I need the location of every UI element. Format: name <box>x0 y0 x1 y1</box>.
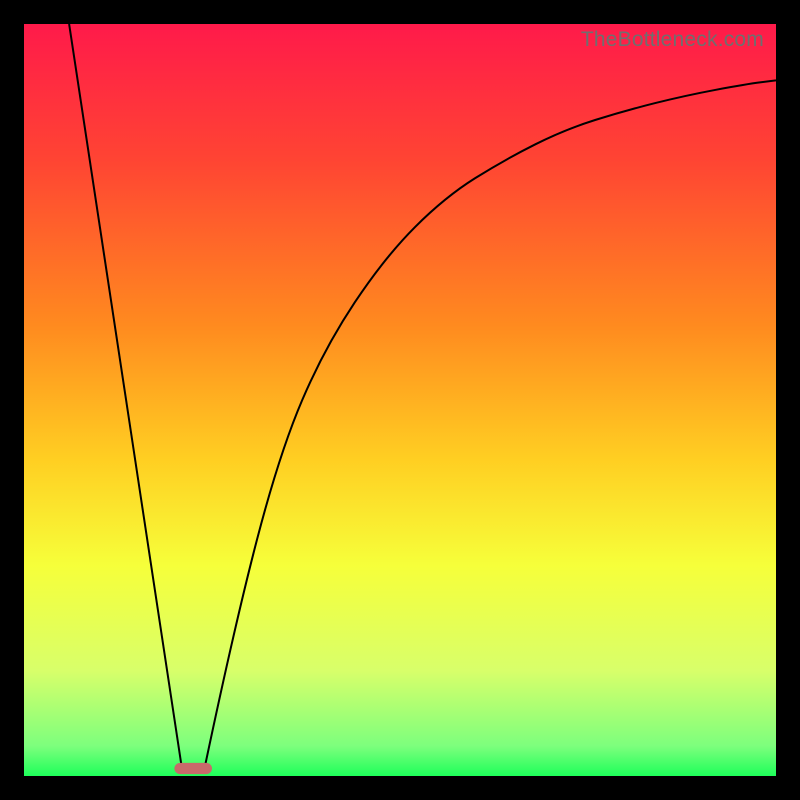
minimum-marker <box>174 763 212 774</box>
gradient-background <box>24 24 776 776</box>
chart-svg <box>24 24 776 776</box>
watermark-text: TheBottleneck.com <box>581 28 764 52</box>
chart-frame: TheBottleneck.com <box>24 24 776 776</box>
